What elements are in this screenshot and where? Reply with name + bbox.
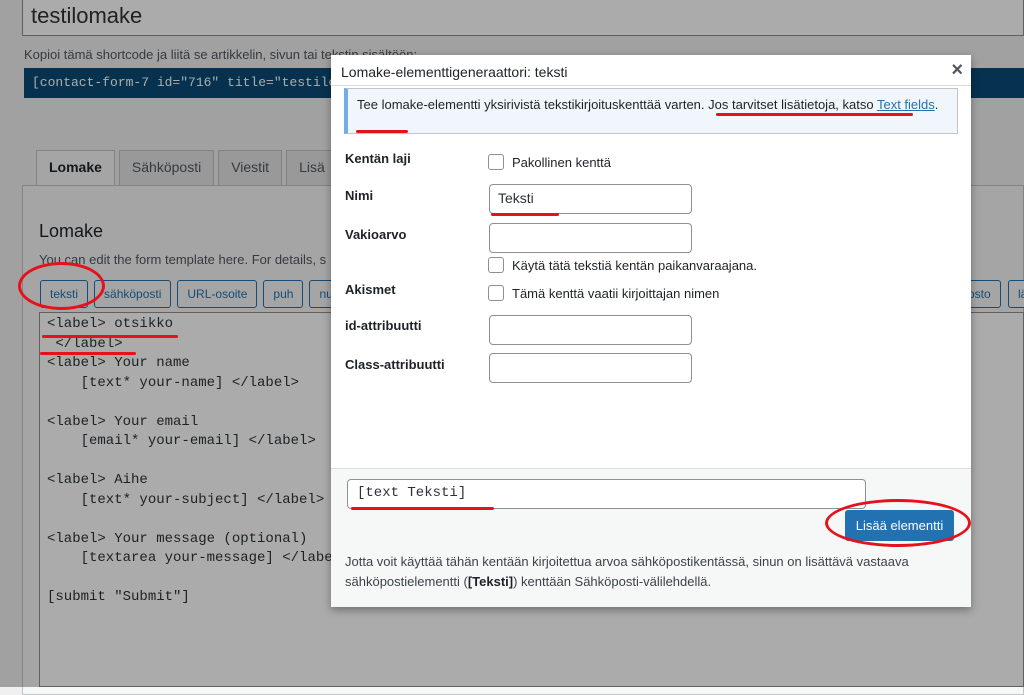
annotation-underline-label [42,335,178,338]
info-notice: Tee lomake-elementti yksirivistä tekstik… [344,88,958,134]
class-attribute-label: Class-attribuutti [345,357,445,372]
annotation-circle-insert [825,499,971,547]
required-checkbox[interactable] [488,154,504,170]
annotation-underline-info-link [716,113,913,116]
dialog-body [331,85,971,468]
field-type-label: Kentän laji [345,151,411,166]
notice-text: Tee lomake-elementti yksirivistä tekstik… [357,97,877,112]
id-attribute-input[interactable] [489,315,692,345]
default-value-input[interactable] [489,223,692,253]
placeholder-checkbox-label: Käytä tätä tekstiä kentän paikanvaraajan… [512,258,757,273]
annotation-underline-close-label [40,352,136,355]
annotation-circle-teksti [18,262,105,310]
name-label: Nimi [345,188,374,203]
akismet-checkbox[interactable] [488,285,504,301]
akismet-checkbox-label: Tämä kenttä vaatii kirjoittajan nimen [512,286,720,301]
generated-tag-output[interactable]: [text Teksti] [347,479,866,509]
annotation-underline-tag [351,507,494,510]
name-input[interactable]: Teksti [489,184,692,214]
close-icon[interactable]: × [951,59,963,82]
class-attribute-input[interactable] [489,353,692,383]
text-fields-link[interactable]: Text fields [877,97,935,112]
akismet-label: Akismet [345,282,396,297]
notice-end: . [934,97,939,112]
id-attribute-label: id-attribuutti [345,318,422,333]
footer-note-post: ) kenttään Sähköposti-välilehdellä. [513,574,712,589]
required-checkbox-label: Pakollinen kenttä [512,155,612,170]
annotation-underline-fields [356,130,408,133]
dialog-title: Lomake-elementtigeneraattori: teksti [341,64,568,80]
default-value-label: Vakioarvo [345,227,407,242]
placeholder-checkbox[interactable] [488,257,504,273]
annotation-underline-name [491,213,559,216]
footer-note: Jotta voit käyttää tähän kentään kirjoit… [345,552,957,592]
footer-note-tag: [Teksti] [467,574,514,589]
